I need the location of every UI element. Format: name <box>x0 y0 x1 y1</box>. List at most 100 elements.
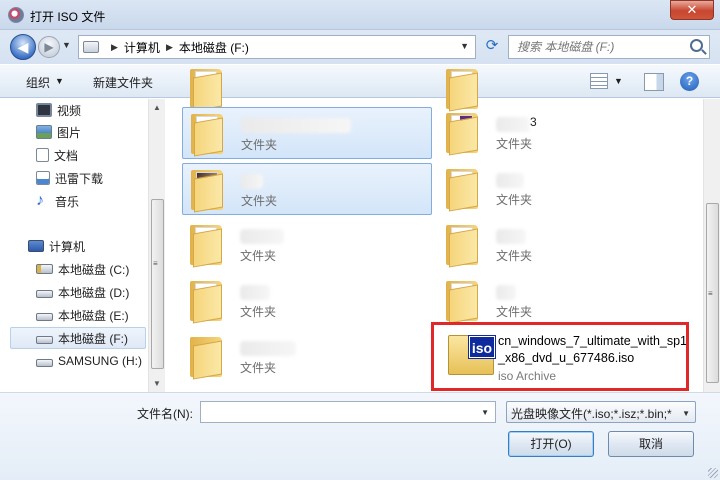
folder-icon <box>190 281 222 324</box>
chevron-down-icon[interactable]: ▼ <box>55 76 64 86</box>
scroll-up-icon[interactable]: ▲ <box>153 103 161 112</box>
file-list-scrollbar[interactable]: ≡ <box>703 99 720 392</box>
file-type: 文件夹 <box>240 305 277 319</box>
sidebar-item-label: 文档 <box>54 148 79 163</box>
file-type: 文件夹 <box>496 305 533 319</box>
sidebar-item-label: 视频 <box>57 103 82 118</box>
sidebar-item-computer[interactable]: 计算机 <box>28 235 85 257</box>
folder-item[interactable]: 3 文件夹 <box>438 107 688 159</box>
folder-icon <box>446 69 478 112</box>
sidebar-item-label: 音乐 <box>55 194 80 209</box>
search-input[interactable] <box>509 36 679 58</box>
sidebar-item-label: 本地磁盘 (F:) <box>58 331 128 346</box>
chevron-down-icon[interactable]: ▼ <box>682 409 690 418</box>
cancel-button[interactable]: 取消 <box>608 431 694 457</box>
file-type: 文件夹 <box>496 137 533 151</box>
new-folder-button[interactable]: 新建文件夹 <box>93 74 153 91</box>
sidebar-item-samsung-h[interactable]: SAMSUNG (H:) <box>36 350 142 372</box>
filename-label: 文件名(N): <box>137 407 193 421</box>
drive-icon <box>36 359 53 367</box>
resize-grip[interactable] <box>708 468 718 478</box>
close-button[interactable]: ✕ <box>670 0 714 20</box>
file-type: 文件夹 <box>241 194 278 208</box>
scroll-down-icon[interactable]: ▼ <box>153 379 161 388</box>
drive-icon <box>83 41 99 53</box>
back-button[interactable]: ◀ <box>10 34 36 60</box>
sidebar-item-drive-e[interactable]: 本地磁盘 (E:) <box>36 304 129 326</box>
address-dropdown-icon[interactable]: ▼ <box>460 41 469 51</box>
picture-icon <box>36 125 52 139</box>
scrollbar-thumb[interactable] <box>151 199 164 369</box>
sidebar-item-label: 计算机 <box>49 239 86 254</box>
open-button[interactable]: 打开(O) <box>508 431 594 457</box>
redacted-name <box>241 174 263 189</box>
dialog-footer: 文件名(N): ▼ 光盘映像文件(*.iso;*.isz;*.bin;* ▼ 打… <box>0 392 720 480</box>
sidebar-item-music[interactable]: ♪ 音乐 <box>36 190 79 212</box>
file-list[interactable]: 文件夹 3 文件夹 文件夹 文件夹 文件夹 文件夹 文件夹 文件夹 文件夹 is… <box>166 69 720 392</box>
filename-input[interactable] <box>201 402 471 422</box>
redacted-name <box>496 117 530 132</box>
refresh-icon[interactable]: ⟳ <box>480 36 504 58</box>
file-type: 文件夹 <box>496 249 533 263</box>
chevron-right-icon[interactable]: ▶ <box>166 42 173 53</box>
address-bar[interactable]: ▶ 计算机 ▶ 本地磁盘 (F:) ▼ <box>78 35 476 59</box>
breadcrumb-computer[interactable]: 计算机 <box>124 39 160 56</box>
drive-icon <box>36 336 53 344</box>
redacted-name <box>240 229 284 244</box>
file-type: 文件夹 <box>240 361 277 375</box>
file-type: 文件夹 <box>241 138 278 152</box>
sidebar-item-pictures[interactable]: 图片 <box>36 121 81 143</box>
drive-icon <box>36 290 53 298</box>
sidebar-item-drive-c[interactable]: 本地磁盘 (C:) <box>36 258 129 280</box>
scroll-grip-icon: ≡ <box>153 259 158 268</box>
folder-icon <box>446 281 478 324</box>
file-name-fragment: 3 <box>530 115 537 129</box>
folder-icon <box>191 170 223 213</box>
sidebar-item-drive-f[interactable]: 本地磁盘 (F:) <box>10 327 146 349</box>
sidebar-item-label: 本地磁盘 (C:) <box>58 262 130 277</box>
redacted-name <box>241 118 351 133</box>
file-type: 文件夹 <box>496 193 533 207</box>
folder-item[interactable]: 文件夹 <box>438 275 688 327</box>
organize-button[interactable]: 组织 <box>26 74 50 91</box>
redacted-name <box>496 285 516 300</box>
sidebar-item-label: 图片 <box>57 125 82 140</box>
sidebar-item-thunder-downloads[interactable]: 迅雷下载 <box>36 167 103 189</box>
navigation-bar: ◀ ▶ ▼ ▶ 计算机 ▶ 本地磁盘 (F:) ▼ ⟳ <box>0 30 720 64</box>
file-type-filter-label: 光盘映像文件(*.iso;*.isz;*.bin;* <box>511 407 672 421</box>
folder-item-selected[interactable]: 文件夹 <box>182 163 432 215</box>
sidebar-item-documents[interactable]: 文档 <box>36 144 78 166</box>
title-bar: 打开 ISO 文件 ✕ <box>0 0 720 30</box>
chevron-down-icon[interactable]: ▼ <box>481 408 489 417</box>
redacted-name <box>496 173 524 188</box>
file-type-filter[interactable]: 光盘映像文件(*.iso;*.isz;*.bin;* ▼ <box>506 401 696 423</box>
redacted-name <box>240 341 296 356</box>
folder-icon <box>190 225 222 268</box>
filename-field[interactable]: ▼ <box>200 401 496 423</box>
sidebar-scrollbar[interactable]: ▲ ≡ ▼ <box>148 99 165 392</box>
folder-item[interactable]: 文件夹 <box>438 219 688 271</box>
scroll-grip-icon: ≡ <box>708 289 713 298</box>
folder-item[interactable]: 文件夹 <box>438 163 688 215</box>
system-drive-icon <box>36 264 53 274</box>
folder-item[interactable]: 文件夹 <box>182 331 432 383</box>
breadcrumb-drive-f[interactable]: 本地磁盘 (F:) <box>179 39 249 56</box>
sidebar-item-videos[interactable]: 视频 <box>36 99 81 121</box>
search-icon[interactable] <box>690 39 703 52</box>
app-icon <box>8 7 24 23</box>
sidebar-item-drive-d[interactable]: 本地磁盘 (D:) <box>36 281 129 303</box>
folder-icon <box>191 114 223 157</box>
folder-item[interactable]: 文件夹 <box>182 275 432 327</box>
folder-icon <box>190 337 222 380</box>
history-dropdown-icon[interactable]: ▼ <box>62 40 71 50</box>
navigation-pane[interactable]: 视频 图片 文档 迅雷下载 ♪ 音乐 计算机 本地磁盘 (C:) 本地磁盘 (D… <box>0 99 165 392</box>
folder-icon <box>446 113 478 156</box>
search-box[interactable] <box>508 35 710 59</box>
chevron-right-icon[interactable]: ▶ <box>111 42 118 53</box>
drive-icon <box>36 313 53 321</box>
download-folder-icon <box>36 171 50 185</box>
forward-button[interactable]: ▶ <box>38 36 60 58</box>
folder-item-selected[interactable]: 文件夹 <box>182 107 432 159</box>
folder-icon <box>446 169 478 212</box>
folder-item[interactable]: 文件夹 <box>182 219 432 271</box>
